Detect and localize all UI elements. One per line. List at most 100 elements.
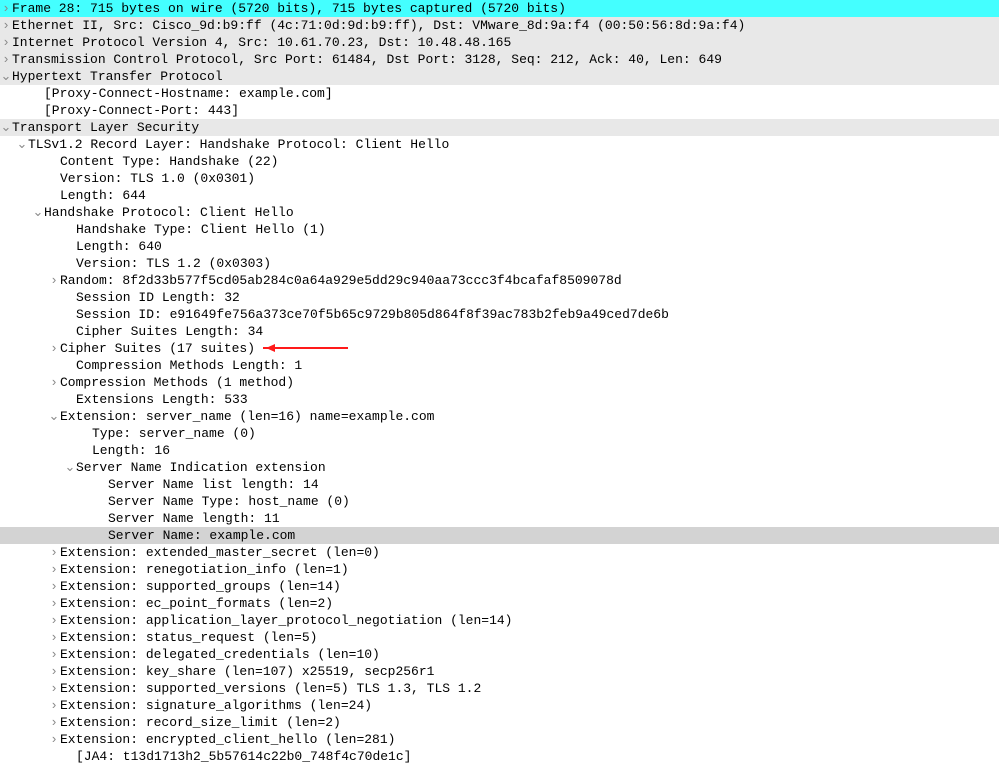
tree-row[interactable]: [Proxy-Connect-Port: 443] (0, 102, 999, 119)
tree-row[interactable]: Length: 644 (0, 187, 999, 204)
tree-row[interactable]: ⌄Server Name Indication extension (0, 459, 999, 476)
tree-row-label: Extension: ec_point_formats (len=2) (60, 595, 333, 612)
tree-row-label: Server Name length: 11 (108, 510, 280, 527)
tree-row-label: [Proxy-Connect-Port: 443] (44, 102, 239, 119)
tree-row-label: Extension: key_share (len=107) x25519, s… (60, 663, 434, 680)
tree-row[interactable]: Length: 640 (0, 238, 999, 255)
tree-row[interactable]: ›Extension: encrypted_client_hello (len=… (0, 731, 999, 748)
tree-row[interactable]: [Proxy-Connect-Hostname: example.com] (0, 85, 999, 102)
collapse-icon[interactable]: ⌄ (0, 68, 12, 85)
tree-row[interactable]: Cipher Suites Length: 34 (0, 323, 999, 340)
tree-row[interactable]: Extensions Length: 533 (0, 391, 999, 408)
tree-row[interactable]: ›Extension: delegated_credentials (len=1… (0, 646, 999, 663)
tree-row-label: Transmission Control Protocol, Src Port:… (12, 51, 722, 68)
tree-row[interactable]: ›Extension: application_layer_protocol_n… (0, 612, 999, 629)
tree-row[interactable]: Content Type: Handshake (22) (0, 153, 999, 170)
tree-row[interactable]: ⌄Extension: server_name (len=16) name=ex… (0, 408, 999, 425)
tree-row[interactable]: ›Extension: key_share (len=107) x25519, … (0, 663, 999, 680)
tree-row[interactable]: Server Name Type: host_name (0) (0, 493, 999, 510)
tree-row[interactable]: ⌄Hypertext Transfer Protocol (0, 68, 999, 85)
packet-details-tree[interactable]: ›Frame 28: 715 bytes on wire (5720 bits)… (0, 0, 999, 765)
annotation-arrow (263, 347, 348, 350)
tree-row-label: Content Type: Handshake (22) (60, 153, 278, 170)
tree-row[interactable]: ⌄Handshake Protocol: Client Hello (0, 204, 999, 221)
expand-icon[interactable]: › (48, 595, 60, 612)
tree-row[interactable]: Compression Methods Length: 1 (0, 357, 999, 374)
tree-row-label: Hypertext Transfer Protocol (12, 68, 223, 85)
tree-row[interactable]: ›Extension: extended_master_secret (len=… (0, 544, 999, 561)
tree-row[interactable]: ›Extension: supported_versions (len=5) T… (0, 680, 999, 697)
expand-icon[interactable]: › (0, 51, 12, 68)
tree-row-label: Extension: delegated_credentials (len=10… (60, 646, 380, 663)
tree-row-label: Extension: extended_master_secret (len=0… (60, 544, 380, 561)
tree-row[interactable]: ›Ethernet II, Src: Cisco_9d:b9:ff (4c:71… (0, 17, 999, 34)
tree-row-label: [Proxy-Connect-Hostname: example.com] (44, 85, 333, 102)
expand-icon[interactable]: › (48, 714, 60, 731)
tree-row[interactable]: Version: TLS 1.2 (0x0303) (0, 255, 999, 272)
expand-icon[interactable]: › (48, 646, 60, 663)
tree-row-label: Server Name: example.com (108, 527, 295, 544)
tree-row[interactable]: Server Name length: 11 (0, 510, 999, 527)
tree-row-label: Extension: renegotiation_info (len=1) (60, 561, 349, 578)
expand-icon[interactable]: › (48, 340, 60, 357)
tree-row[interactable]: Length: 16 (0, 442, 999, 459)
expand-icon[interactable]: › (48, 612, 60, 629)
tree-row[interactable]: Handshake Type: Client Hello (1) (0, 221, 999, 238)
tree-row[interactable]: ›Extension: signature_algorithms (len=24… (0, 697, 999, 714)
collapse-icon[interactable]: ⌄ (16, 136, 28, 153)
tree-row-label: Extension: record_size_limit (len=2) (60, 714, 341, 731)
collapse-icon[interactable]: ⌄ (0, 119, 12, 136)
tree-row-label: Compression Methods Length: 1 (76, 357, 302, 374)
tree-row-label: [JA4: t13d1713h2_5b57614c22b0_748f4c70de… (76, 748, 411, 765)
collapse-icon[interactable]: ⌄ (64, 459, 76, 476)
expand-icon[interactable]: › (0, 34, 12, 51)
tree-row[interactable]: ›Cipher Suites (17 suites) (0, 340, 999, 357)
expand-icon[interactable]: › (48, 663, 60, 680)
tree-row[interactable]: Type: server_name (0) (0, 425, 999, 442)
expand-icon[interactable]: › (48, 544, 60, 561)
tree-row-label: Extension: encrypted_client_hello (len=2… (60, 731, 395, 748)
tree-row-label: Handshake Protocol: Client Hello (44, 204, 294, 221)
tree-row[interactable]: ›Extension: ec_point_formats (len=2) (0, 595, 999, 612)
tree-row-label: Cipher Suites Length: 34 (76, 323, 263, 340)
expand-icon[interactable]: › (0, 17, 12, 34)
expand-icon[interactable]: › (48, 561, 60, 578)
tree-row-label: Length: 640 (76, 238, 162, 255)
expand-icon[interactable]: › (48, 629, 60, 646)
tree-row-label: Version: TLS 1.2 (0x0303) (76, 255, 271, 272)
tree-row[interactable]: ›Extension: record_size_limit (len=2) (0, 714, 999, 731)
tree-row[interactable]: [JA4: t13d1713h2_5b57614c22b0_748f4c70de… (0, 748, 999, 765)
tree-row-label: Extensions Length: 533 (76, 391, 248, 408)
expand-icon[interactable]: › (48, 697, 60, 714)
collapse-icon[interactable]: ⌄ (48, 408, 60, 425)
tree-row[interactable]: ›Transmission Control Protocol, Src Port… (0, 51, 999, 68)
collapse-icon[interactable]: ⌄ (32, 204, 44, 221)
tree-row[interactable]: Session ID Length: 32 (0, 289, 999, 306)
tree-row[interactable]: ›Random: 8f2d33b577f5cd05ab284c0a64a929e… (0, 272, 999, 289)
tree-row-label: Extension: application_layer_protocol_ne… (60, 612, 512, 629)
tree-row[interactable]: Server Name list length: 14 (0, 476, 999, 493)
tree-row[interactable]: ›Frame 28: 715 bytes on wire (5720 bits)… (0, 0, 999, 17)
tree-row-label: Extension: supported_versions (len=5) TL… (60, 680, 481, 697)
expand-icon[interactable]: › (48, 374, 60, 391)
tree-row-label: Compression Methods (1 method) (60, 374, 294, 391)
expand-icon[interactable]: › (48, 578, 60, 595)
tree-row[interactable]: ›Extension: supported_groups (len=14) (0, 578, 999, 595)
tree-row[interactable]: ⌄TLSv1.2 Record Layer: Handshake Protoco… (0, 136, 999, 153)
tree-row[interactable]: ›Extension: renegotiation_info (len=1) (0, 561, 999, 578)
tree-row[interactable]: Session ID: e91649fe756a373ce70f5b65c972… (0, 306, 999, 323)
expand-icon[interactable]: › (48, 731, 60, 748)
tree-row[interactable]: ⌄Transport Layer Security (0, 119, 999, 136)
tree-row-label: Version: TLS 1.0 (0x0301) (60, 170, 255, 187)
tree-row[interactable]: ›Compression Methods (1 method) (0, 374, 999, 391)
tree-row[interactable]: Version: TLS 1.0 (0x0301) (0, 170, 999, 187)
tree-row[interactable]: ›Extension: status_request (len=5) (0, 629, 999, 646)
expand-icon[interactable]: › (0, 0, 12, 17)
expand-icon[interactable]: › (48, 272, 60, 289)
tree-row-label: Frame 28: 715 bytes on wire (5720 bits),… (12, 0, 566, 17)
expand-icon[interactable]: › (48, 680, 60, 697)
tree-row[interactable]: ›Internet Protocol Version 4, Src: 10.61… (0, 34, 999, 51)
tree-row-label: Random: 8f2d33b577f5cd05ab284c0a64a929e5… (60, 272, 622, 289)
tree-row[interactable]: Server Name: example.com (0, 527, 999, 544)
tree-row-label: Ethernet II, Src: Cisco_9d:b9:ff (4c:71:… (12, 17, 745, 34)
